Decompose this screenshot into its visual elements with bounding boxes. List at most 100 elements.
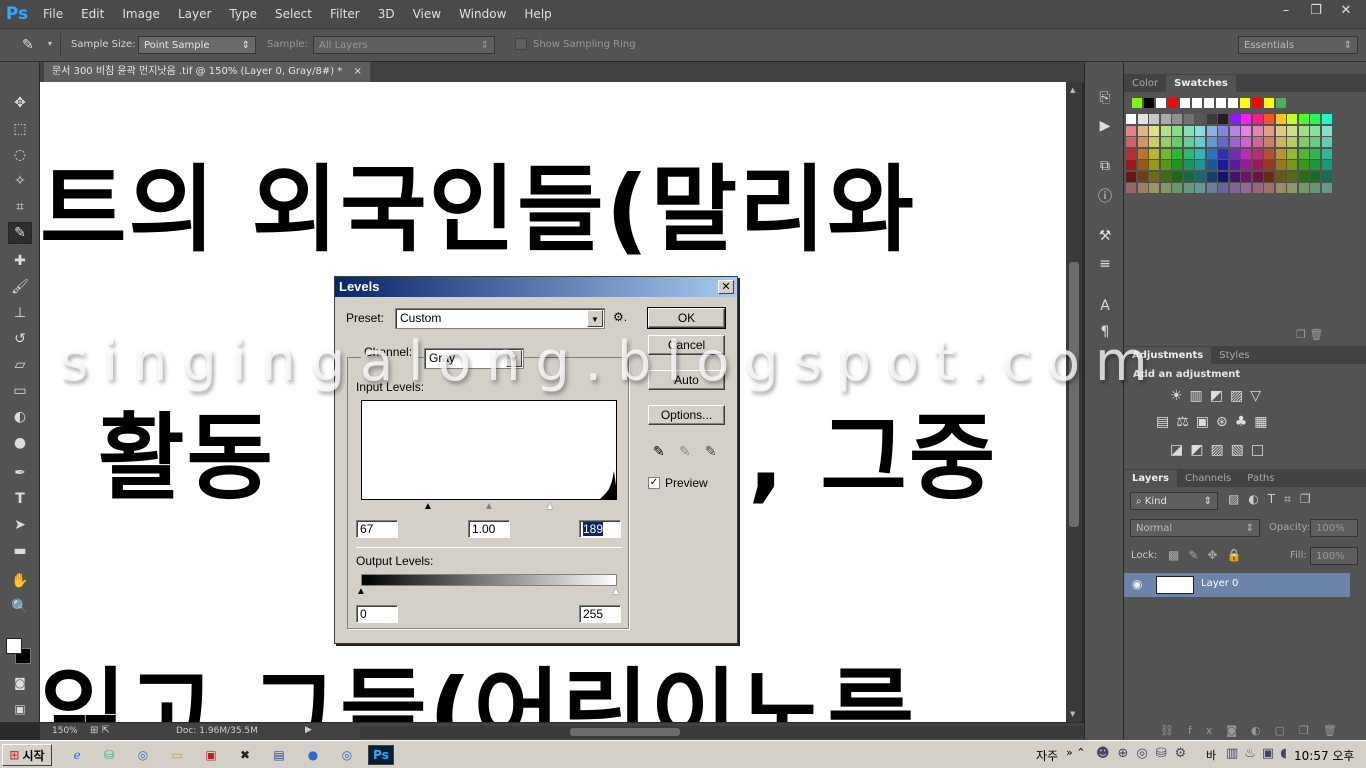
swatch[interactable] [1183, 148, 1194, 159]
swatch[interactable] [1321, 137, 1332, 147]
swatch[interactable] [1321, 114, 1332, 124]
swatch[interactable] [1252, 98, 1262, 108]
swatch[interactable] [1321, 148, 1332, 159]
menu-view[interactable]: View [404, 0, 450, 28]
blend-mode-select[interactable]: Normal ⇕ [1130, 519, 1260, 537]
swatch[interactable] [1252, 114, 1263, 124]
swatch[interactable] [1275, 137, 1286, 147]
swatch[interactable] [1298, 137, 1309, 147]
swatch[interactable] [1252, 148, 1263, 159]
foreground-color-swatch[interactable] [6, 638, 22, 654]
eyedropper-tool-icon[interactable]: ✎ [8, 222, 32, 244]
swatch[interactable] [1172, 160, 1182, 170]
status-menu-arrow-icon[interactable]: ▶ [305, 725, 312, 735]
tray-icons-2[interactable]: ▥♨▣◖ [1226, 746, 1293, 761]
tab-layers[interactable]: Layers [1124, 470, 1177, 487]
swatch[interactable] [1264, 160, 1274, 170]
swatch[interactable] [1298, 160, 1309, 170]
swatch[interactable] [1218, 125, 1228, 136]
dodge-tool-icon[interactable]: ● [8, 432, 32, 454]
swatch[interactable] [1172, 125, 1182, 136]
close-button[interactable]: ✕ [1332, 0, 1360, 20]
layer-comps-icon[interactable]: ⧉ [1095, 156, 1115, 176]
swatch[interactable] [1229, 137, 1240, 147]
swatch[interactable] [1126, 125, 1136, 136]
swatch[interactable] [1160, 183, 1171, 193]
swatch[interactable] [1149, 183, 1159, 193]
swatch[interactable] [1229, 148, 1240, 159]
swatch[interactable] [1229, 114, 1240, 124]
input-black-field[interactable]: 67 [356, 520, 398, 538]
swatch[interactable] [1137, 171, 1148, 182]
menu-file[interactable]: File [34, 0, 72, 28]
swatch[interactable] [1183, 171, 1194, 182]
dialog-close-icon[interactable]: ✕ [718, 280, 734, 294]
gradient-tool-icon[interactable]: ▭ [8, 380, 32, 402]
swatch[interactable] [1160, 148, 1171, 159]
swatch[interactable] [1218, 148, 1228, 159]
swatch[interactable] [1310, 125, 1320, 136]
menu-layer[interactable]: Layer [169, 0, 220, 28]
sample-select[interactable]: All Layers ⇕ [313, 36, 495, 54]
show-ring-checkbox[interactable] [515, 38, 527, 50]
tab-color[interactable]: Color [1124, 75, 1166, 92]
lasso-tool-icon[interactable]: ◌ [8, 144, 32, 166]
swatch[interactable] [1241, 183, 1251, 193]
tab-paths[interactable]: Paths [1239, 470, 1282, 487]
swatch[interactable] [1218, 137, 1228, 147]
history-brush-icon[interactable]: ↺ [8, 328, 32, 350]
adjustment-icons-row-2[interactable]: ▤⚖▣⊛♣▦ [1156, 414, 1275, 430]
swatch[interactable] [1149, 171, 1159, 182]
swatch[interactable] [1218, 160, 1228, 170]
swatch[interactable] [1195, 125, 1205, 136]
eraser-tool-icon[interactable]: ▱ [8, 354, 32, 376]
swatch[interactable] [1241, 125, 1251, 136]
ime-indicator[interactable]: 바 [1206, 747, 1216, 763]
swatch[interactable] [1132, 98, 1142, 108]
globe-icon[interactable]: ● [302, 745, 324, 765]
swatch[interactable] [1126, 148, 1136, 159]
swatch[interactable] [1195, 148, 1205, 159]
zoom-level[interactable]: 150% [52, 726, 78, 736]
swatch[interactable] [1287, 137, 1297, 147]
menu-window[interactable]: Window [450, 0, 515, 28]
swatch[interactable] [1149, 160, 1159, 170]
swatch[interactable] [1275, 171, 1286, 182]
swatch[interactable] [1160, 114, 1171, 124]
preset-options-gear-icon[interactable]: ⚙. [613, 310, 627, 324]
blur-tool-icon[interactable]: ◐ [8, 406, 32, 428]
swatch[interactable] [1287, 160, 1297, 170]
shape-tool-icon[interactable]: ▬ [8, 540, 32, 562]
swatch[interactable] [1126, 183, 1136, 193]
menu-type[interactable]: Type [220, 0, 266, 28]
menu-edit[interactable]: Edit [72, 0, 113, 28]
swatch[interactable] [1172, 148, 1182, 159]
swatch[interactable] [1321, 125, 1332, 136]
swatch[interactable] [1204, 98, 1214, 108]
swatch[interactable] [1218, 171, 1228, 182]
input-white-field[interactable]: 189 [579, 520, 621, 538]
ie-icon[interactable]: ℯ [66, 745, 88, 765]
swatch[interactable] [1126, 160, 1136, 170]
output-black-field[interactable]: 0 [356, 605, 398, 623]
menu-select[interactable]: Select [266, 0, 321, 28]
swatch[interactable] [1229, 183, 1240, 193]
preset-select[interactable]: Custom ▼ [395, 308, 605, 329]
brush-presets-icon[interactable]: ≡ [1095, 254, 1115, 274]
tab-adjustments[interactable]: Adjustments [1124, 347, 1212, 364]
swatch[interactable] [1275, 148, 1286, 159]
minimize-button[interactable]: – [1272, 0, 1300, 20]
swatch[interactable] [1264, 114, 1274, 124]
explorer-icon[interactable]: ▭ [166, 745, 188, 765]
swatch[interactable] [1241, 148, 1251, 159]
swatch[interactable] [1172, 114, 1182, 124]
fill-input[interactable]: 100% [1310, 547, 1358, 565]
tray-expand-icon[interactable]: » ⌃ [1066, 746, 1085, 759]
quick-select-tool-icon[interactable]: ✧ [8, 170, 32, 192]
swatch[interactable] [1252, 125, 1263, 136]
swatch[interactable] [1298, 114, 1309, 124]
healing-tool-icon[interactable]: ✚ [8, 250, 32, 272]
screen-mode-icon[interactable]: ▣ [8, 698, 32, 720]
swatch[interactable] [1206, 160, 1217, 170]
output-white-slider-icon[interactable]: ▲ [611, 586, 621, 597]
